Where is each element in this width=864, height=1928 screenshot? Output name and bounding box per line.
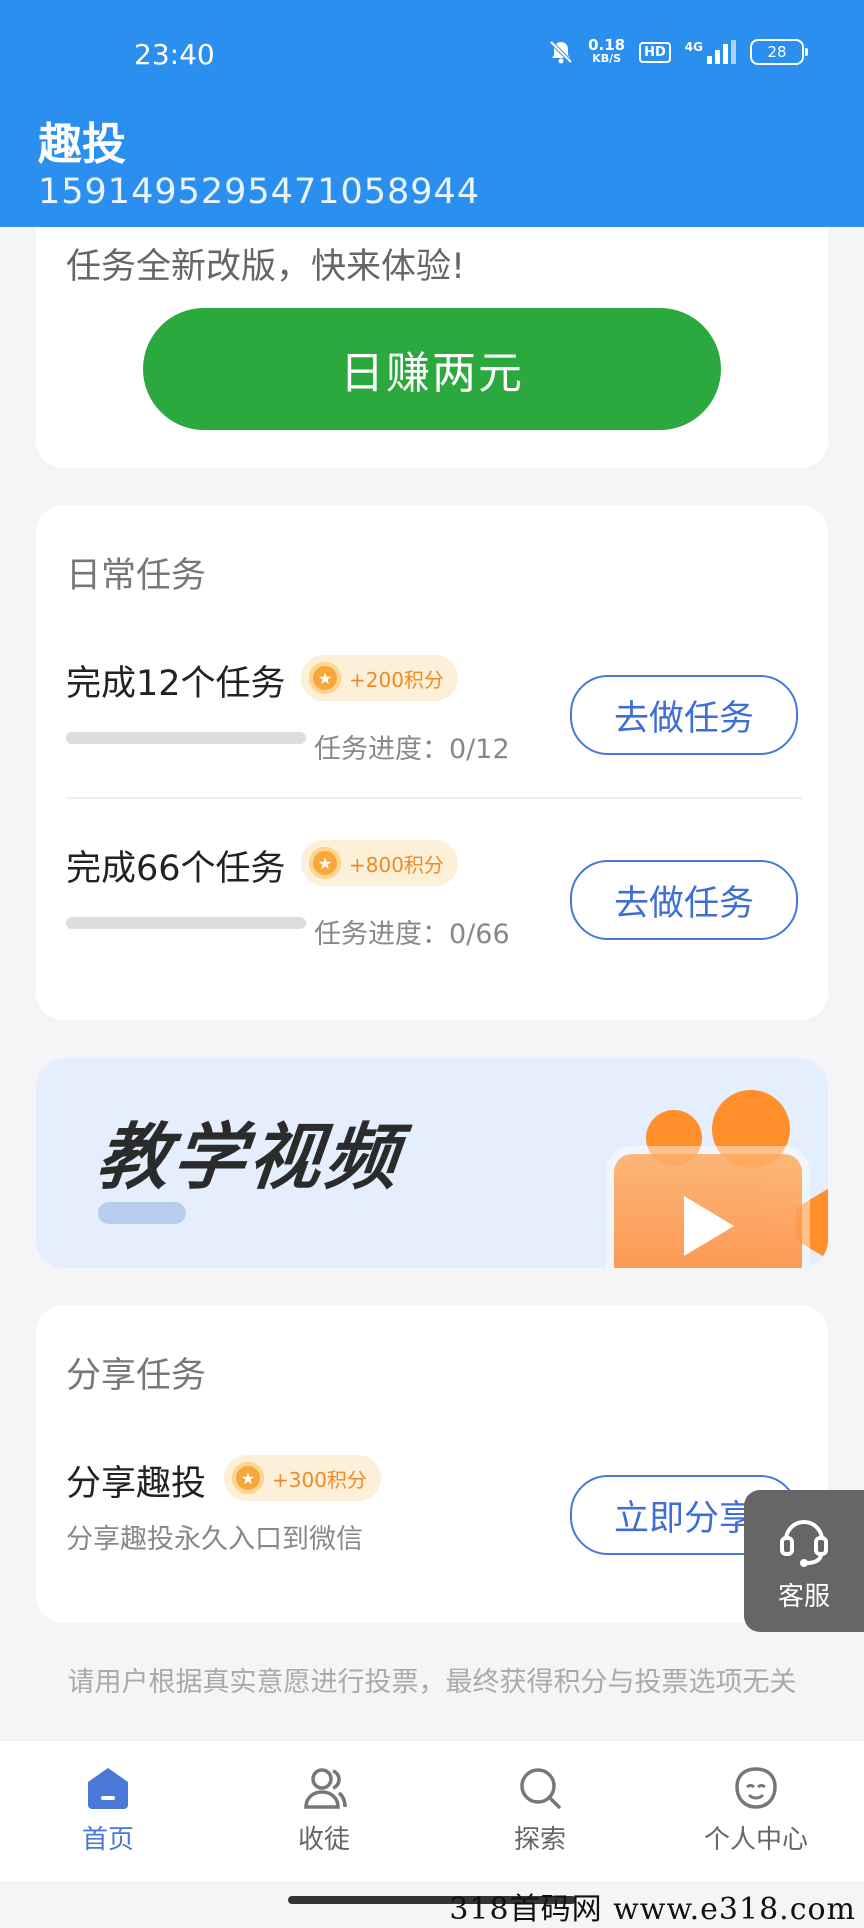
disclaimer-text: 请用户根据真实意愿进行投票，最终获得积分与投票选项无关 (67, 1667, 797, 1698)
mute-bell-icon (549, 40, 573, 64)
promo-text: 任务全新改版，快来体验! (66, 247, 466, 287)
profile-icon (735, 1767, 777, 1809)
points-label: +300积分 (272, 1467, 367, 1492)
app-title: 趣投 (38, 119, 126, 170)
do-task-button[interactable]: 去做任务 (570, 675, 798, 755)
do-task-button[interactable]: 去做任务 (570, 860, 798, 940)
earn-button[interactable]: 日赚两元 (143, 308, 721, 430)
battery-icon: 28 (750, 39, 808, 65)
nav-label: 收徒 (297, 1825, 350, 1855)
network-speed: 0.18 KB/S (588, 38, 625, 66)
status-icons: 0.18 KB/S HD 4G 28 (548, 38, 808, 66)
share-description: 分享趣投永久入口到微信 (66, 1524, 363, 1555)
banner-title: 教学视频 (92, 1115, 406, 1199)
points-label: +800积分 (349, 852, 444, 877)
coin-icon: ★ (232, 1462, 264, 1494)
home-icon (88, 1768, 128, 1809)
progress-label: 任务进度：0/66 (314, 919, 510, 950)
network-type: 4G (684, 40, 703, 54)
users-icon (304, 1768, 347, 1809)
coin-icon: ★ (309, 847, 341, 879)
search-icon (520, 1768, 561, 1809)
progress-bar (66, 917, 306, 929)
points-label: +200积分 (349, 667, 444, 692)
task-row: 完成66个任务 ★ +800积分 任务进度：0/66 去做任务 (36, 840, 828, 990)
points-badge: ★ +200积分 (301, 655, 458, 701)
coin-icon: ★ (309, 662, 341, 694)
section-title: 日常任务 (66, 556, 207, 596)
points-badge: ★ +800积分 (301, 840, 458, 886)
speed-value: 0.18 (588, 36, 626, 54)
tutorial-video-banner[interactable]: 教学视频 (36, 1058, 828, 1268)
bottom-nav: 首页 收徒 探索 个人中心 (0, 1740, 864, 1881)
task-row: 分享趣投 ★ +300积分 分享趣投永久入口到微信 立即分享 (36, 1455, 828, 1605)
nav-item-profile[interactable]: 个人中心 (648, 1741, 864, 1881)
nav-item-home[interactable]: 首页 (0, 1741, 216, 1881)
nav-item-apprentice[interactable]: 收徒 (216, 1741, 432, 1881)
task-row: 完成12个任务 ★ +200积分 任务进度：0/12 去做任务 (36, 655, 828, 805)
section-title: 分享任务 (66, 1356, 207, 1396)
nav-item-explore[interactable]: 探索 (432, 1741, 648, 1881)
user-id: 1591495295471058944 (38, 172, 481, 212)
play-icon (684, 1196, 734, 1256)
nav-label: 个人中心 (703, 1825, 808, 1855)
daily-tasks-card: 日常任务 完成12个任务 ★ +200积分 任务进度：0/12 去做任务 完成6… (36, 505, 828, 1020)
service-label: 客服 (777, 1581, 830, 1612)
progress-label: 任务进度：0/12 (314, 734, 510, 765)
speed-unit: KB/S (592, 52, 622, 65)
app-header: 23:40 0.18 KB/S HD 4G 28 趣投 159149529547… (0, 0, 864, 227)
task-name: 完成66个任务 (66, 849, 286, 889)
nav-label: 探索 (513, 1825, 566, 1855)
promo-card: 任务全新改版，快来体验! 日赚两元 (36, 190, 828, 468)
task-name: 完成12个任务 (66, 664, 286, 704)
progress-bar (66, 732, 306, 744)
nav-label: 首页 (81, 1825, 134, 1855)
status-time: 23:40 (134, 38, 215, 71)
watermark: 318首码网 www.e318.com (449, 1892, 856, 1927)
customer-service-button[interactable]: 客服 (744, 1490, 864, 1632)
banner-pill (98, 1202, 186, 1224)
points-badge: ★ +300积分 (224, 1455, 381, 1501)
share-tasks-card: 分享任务 分享趣投 ★ +300积分 分享趣投永久入口到微信 立即分享 (36, 1305, 828, 1623)
divider (66, 797, 802, 799)
hd-badge: HD (639, 41, 671, 63)
headset-icon (780, 1519, 828, 1567)
task-name: 分享趣投 (66, 1464, 207, 1504)
signal-icon: 4G (685, 40, 736, 64)
